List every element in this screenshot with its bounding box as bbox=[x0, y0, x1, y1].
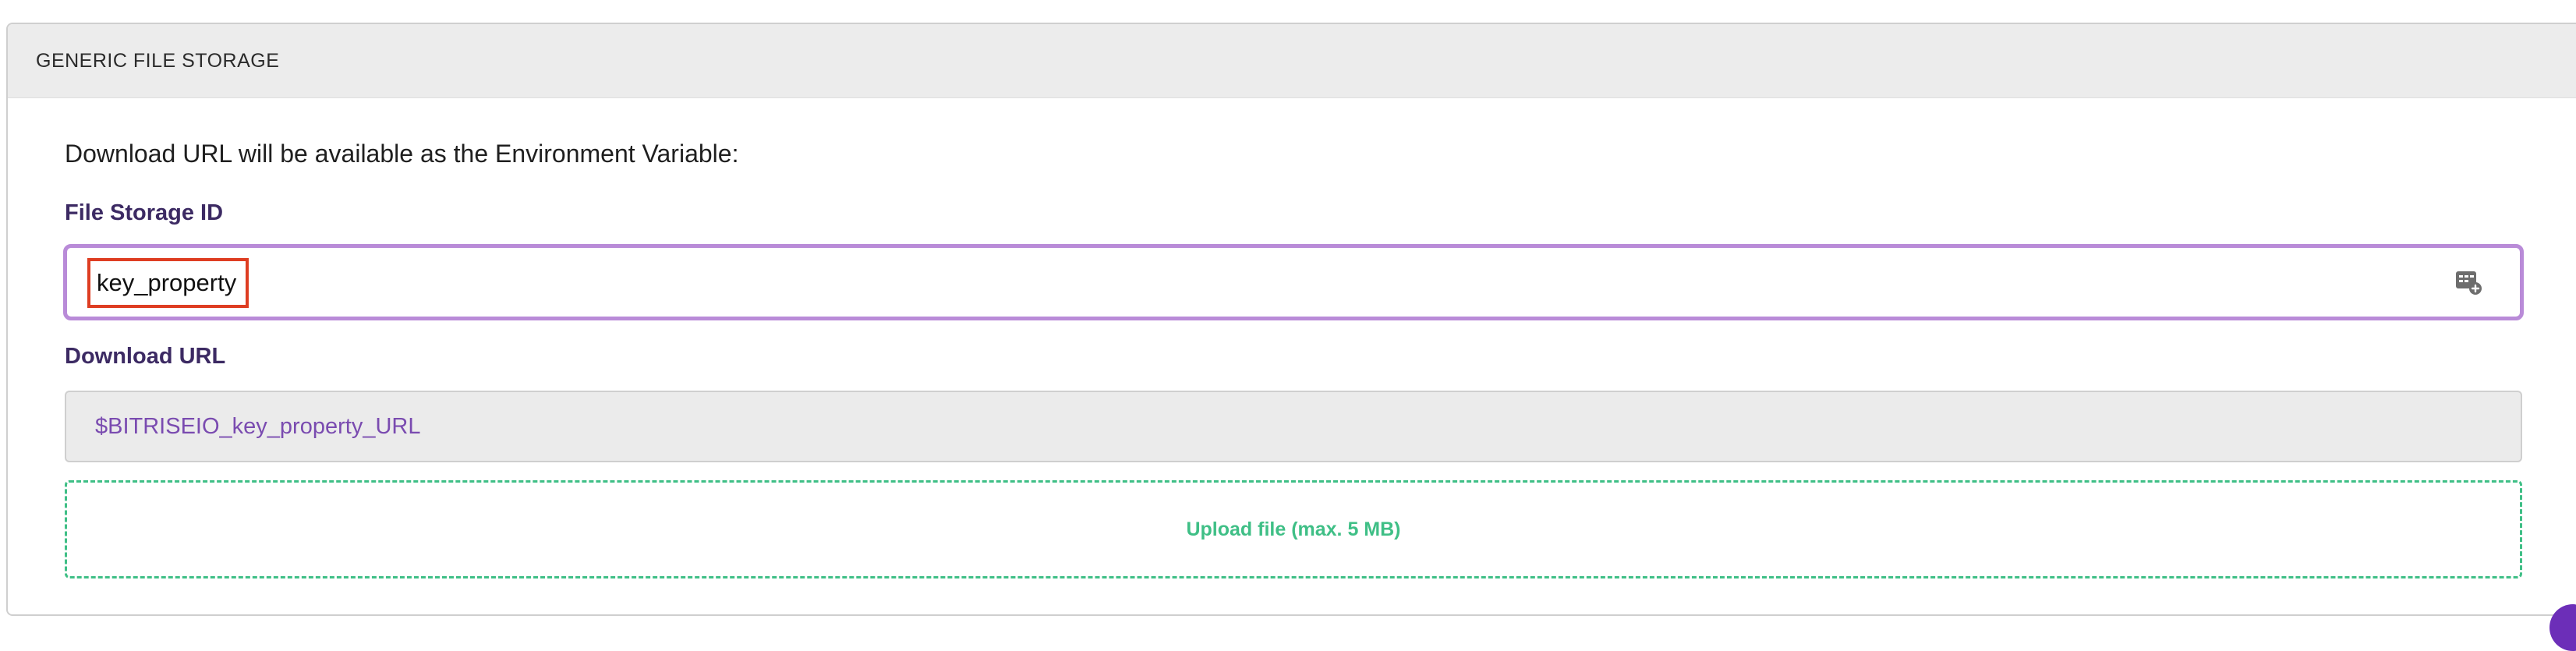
insert-variable-icon[interactable] bbox=[2454, 268, 2482, 296]
env-var-intro-text: Download URL will be available as the En… bbox=[65, 140, 739, 168]
file-storage-id-value[interactable]: key_property bbox=[87, 258, 249, 308]
generic-file-storage-panel: GENERIC FILE STORAGE Download URL will b… bbox=[6, 23, 2576, 616]
file-storage-id-input[interactable]: key_property bbox=[63, 244, 2524, 320]
upload-file-label: Upload file (max. 5 MB) bbox=[1186, 518, 1401, 540]
panel-header: GENERIC FILE STORAGE bbox=[8, 24, 2576, 98]
file-storage-id-label: File Storage ID bbox=[65, 200, 224, 225]
download-url-field: $BITRISEIO_key_property_URL bbox=[65, 391, 2522, 462]
download-url-value: $BITRISEIO_key_property_URL bbox=[95, 414, 421, 439]
download-url-label: Download URL bbox=[65, 344, 226, 369]
panel-title: GENERIC FILE STORAGE bbox=[36, 50, 280, 72]
upload-file-dropzone[interactable]: Upload file (max. 5 MB) bbox=[65, 480, 2522, 578]
